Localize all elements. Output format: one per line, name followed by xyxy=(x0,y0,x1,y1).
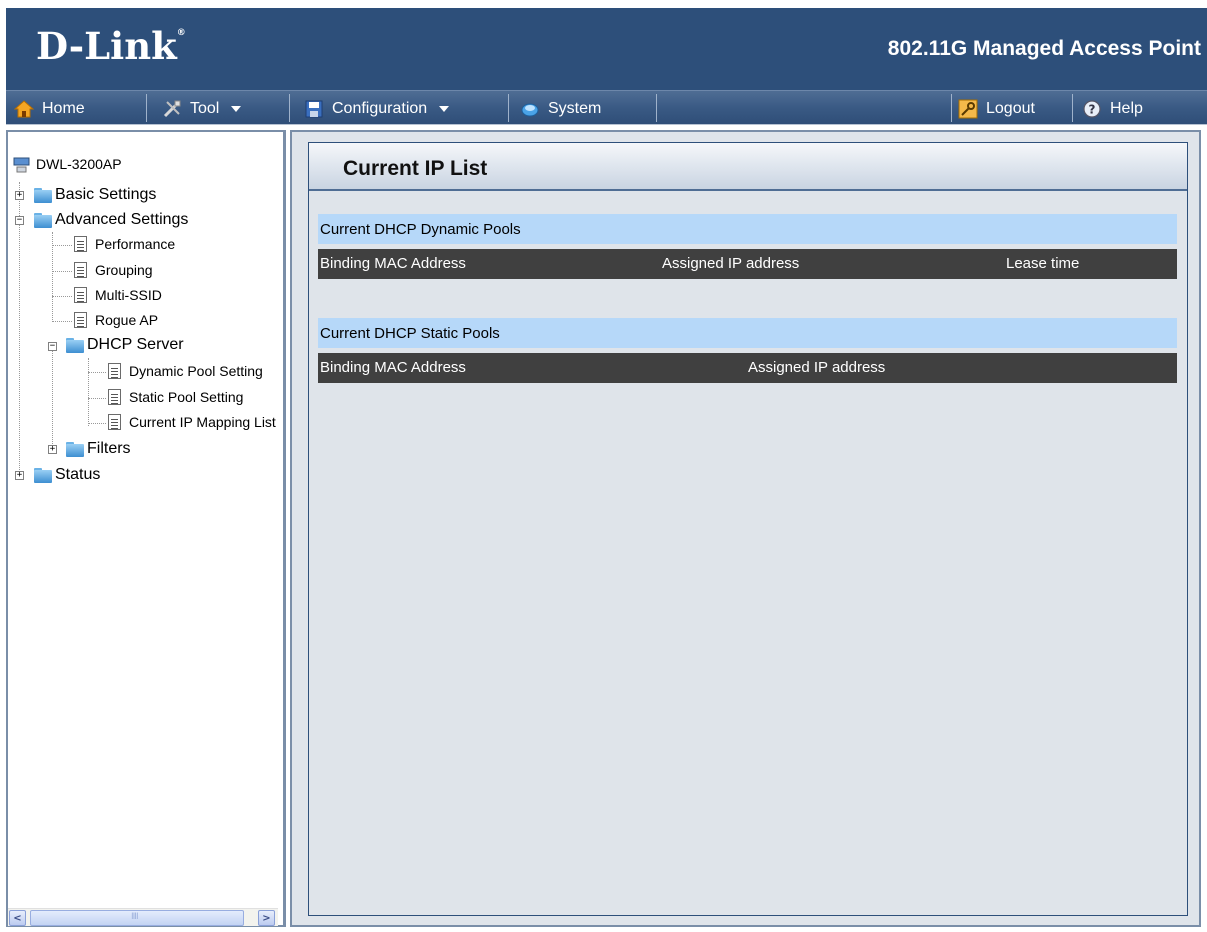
tree-item-grouping[interactable]: Grouping xyxy=(74,262,153,278)
menu-tool-label: Tool xyxy=(190,99,220,117)
tree-item-current-ip-mapping-list[interactable]: Current IP Mapping List xyxy=(108,414,276,430)
dlink-logo: D-Link® xyxy=(36,24,186,68)
folder-icon xyxy=(64,441,84,457)
menu-system-label: System xyxy=(548,99,602,117)
menu-tool[interactable]: Tool xyxy=(162,91,242,126)
product-name: 802.11G Managed Access Point xyxy=(887,37,1201,60)
tree-item-grouping-label: Grouping xyxy=(95,262,153,278)
folder-icon xyxy=(32,467,52,483)
page-icon xyxy=(74,312,87,328)
save-disk-icon xyxy=(304,99,324,119)
tree-horizontal-scrollbar[interactable]: < > xyxy=(8,908,278,926)
column-header-lease-time: Lease time xyxy=(1006,255,1080,272)
app-header: D-Link® 802.11G Managed Access Point xyxy=(6,8,1207,90)
tree-item-status[interactable]: Status xyxy=(32,466,100,484)
tree-item-rogue-ap-label: Rogue AP xyxy=(95,312,159,328)
page-title: Current IP List xyxy=(343,157,488,180)
menu-help-label: Help xyxy=(1110,99,1143,117)
collapse-icon[interactable]: − xyxy=(15,216,24,225)
menu-help[interactable]: ? Help xyxy=(1082,91,1143,126)
menu-bar: Home Tool Configuration System Logout ? xyxy=(6,90,1207,125)
scroll-right-icon[interactable]: > xyxy=(258,910,275,926)
column-header-assigned-ip: Assigned IP address xyxy=(662,255,800,272)
menu-home[interactable]: Home xyxy=(13,91,85,126)
page-icon xyxy=(74,236,87,252)
tree-item-advanced-settings[interactable]: Advanced Settings xyxy=(32,211,188,229)
dynamic-pools-table-header: Binding MAC Address Assigned IP address … xyxy=(318,249,1177,279)
page-icon xyxy=(108,414,121,430)
key-icon xyxy=(958,99,978,119)
tree-root-device[interactable]: DWL-3200AP xyxy=(12,154,122,174)
tree-item-dynamic-pool-setting[interactable]: Dynamic Pool Setting xyxy=(108,363,263,379)
menu-configuration[interactable]: Configuration xyxy=(304,91,450,126)
dynamic-pools-section-title: Current DHCP Dynamic Pools xyxy=(318,214,1177,244)
tree-item-performance[interactable]: Performance xyxy=(74,236,175,252)
tools-icon xyxy=(162,99,182,119)
chevron-down-icon xyxy=(439,105,450,112)
access-point-icon xyxy=(12,154,32,174)
menu-logout-label: Logout xyxy=(986,99,1035,117)
tree-item-filters-label: Filters xyxy=(87,440,131,457)
tree-item-status-label: Status xyxy=(55,466,101,483)
tree-item-basic-settings[interactable]: Basic Settings xyxy=(32,186,156,204)
page-title-bar: Current IP List xyxy=(309,143,1187,191)
tree-item-multi-ssid-label: Multi-SSID xyxy=(95,287,162,303)
svg-text:?: ? xyxy=(1089,102,1096,116)
tree-item-advanced-settings-label: Advanced Settings xyxy=(55,211,189,228)
column-header-assigned-ip: Assigned IP address xyxy=(748,359,886,376)
expand-icon[interactable]: + xyxy=(48,445,57,454)
tree-item-filters[interactable]: Filters xyxy=(64,440,131,458)
help-icon: ? xyxy=(1082,99,1102,119)
column-header-binding-mac: Binding MAC Address xyxy=(320,255,466,272)
open-folder-icon xyxy=(64,337,84,353)
navigation-tree: DWL-3200AP + Basic Settings − Advanced S… xyxy=(6,130,286,927)
tree-root-label: DWL-3200AP xyxy=(36,156,122,172)
collapse-icon[interactable]: − xyxy=(48,342,57,351)
column-header-binding-mac: Binding MAC Address xyxy=(320,359,466,376)
tree-item-rogue-ap[interactable]: Rogue AP xyxy=(74,312,158,328)
tree-item-static-pool-setting-label: Static Pool Setting xyxy=(129,389,244,405)
menu-configuration-label: Configuration xyxy=(332,99,428,117)
chevron-down-icon xyxy=(231,105,242,112)
menu-logout[interactable]: Logout xyxy=(958,91,1035,126)
expand-icon[interactable]: + xyxy=(15,471,24,480)
menu-system[interactable]: System xyxy=(520,91,601,126)
page-icon xyxy=(108,363,121,379)
scrollbar-thumb[interactable] xyxy=(30,910,244,926)
menu-home-label: Home xyxy=(42,99,85,117)
tree-item-current-ip-mapping-list-label: Current IP Mapping List xyxy=(129,414,276,430)
expand-icon[interactable]: + xyxy=(15,191,24,200)
tree-item-basic-settings-label: Basic Settings xyxy=(55,186,157,203)
page-icon xyxy=(74,262,87,278)
tree-item-dhcp-server[interactable]: DHCP Server xyxy=(64,336,184,354)
system-icon xyxy=(520,99,540,119)
folder-icon xyxy=(32,187,52,203)
page-icon xyxy=(74,287,87,303)
dhcp-children: Dynamic Pool Setting Static Pool Setting… xyxy=(104,359,284,439)
tree-item-static-pool-setting[interactable]: Static Pool Setting xyxy=(108,389,243,405)
home-icon xyxy=(13,99,35,119)
tree-item-dhcp-server-label: DHCP Server xyxy=(87,336,184,353)
static-pools-table-header: Binding MAC Address Assigned IP address xyxy=(318,353,1177,383)
tree-item-dynamic-pool-setting-label: Dynamic Pool Setting xyxy=(129,363,263,379)
tree-item-multi-ssid[interactable]: Multi-SSID xyxy=(74,287,162,303)
tree-item-performance-label: Performance xyxy=(95,236,176,252)
static-pools-section-title: Current DHCP Static Pools xyxy=(318,318,1177,348)
content-panel: Current IP List Current DHCP Dynamic Poo… xyxy=(308,142,1188,916)
scroll-left-icon[interactable]: < xyxy=(9,910,26,926)
page-icon xyxy=(108,389,121,405)
open-folder-icon xyxy=(32,212,52,228)
